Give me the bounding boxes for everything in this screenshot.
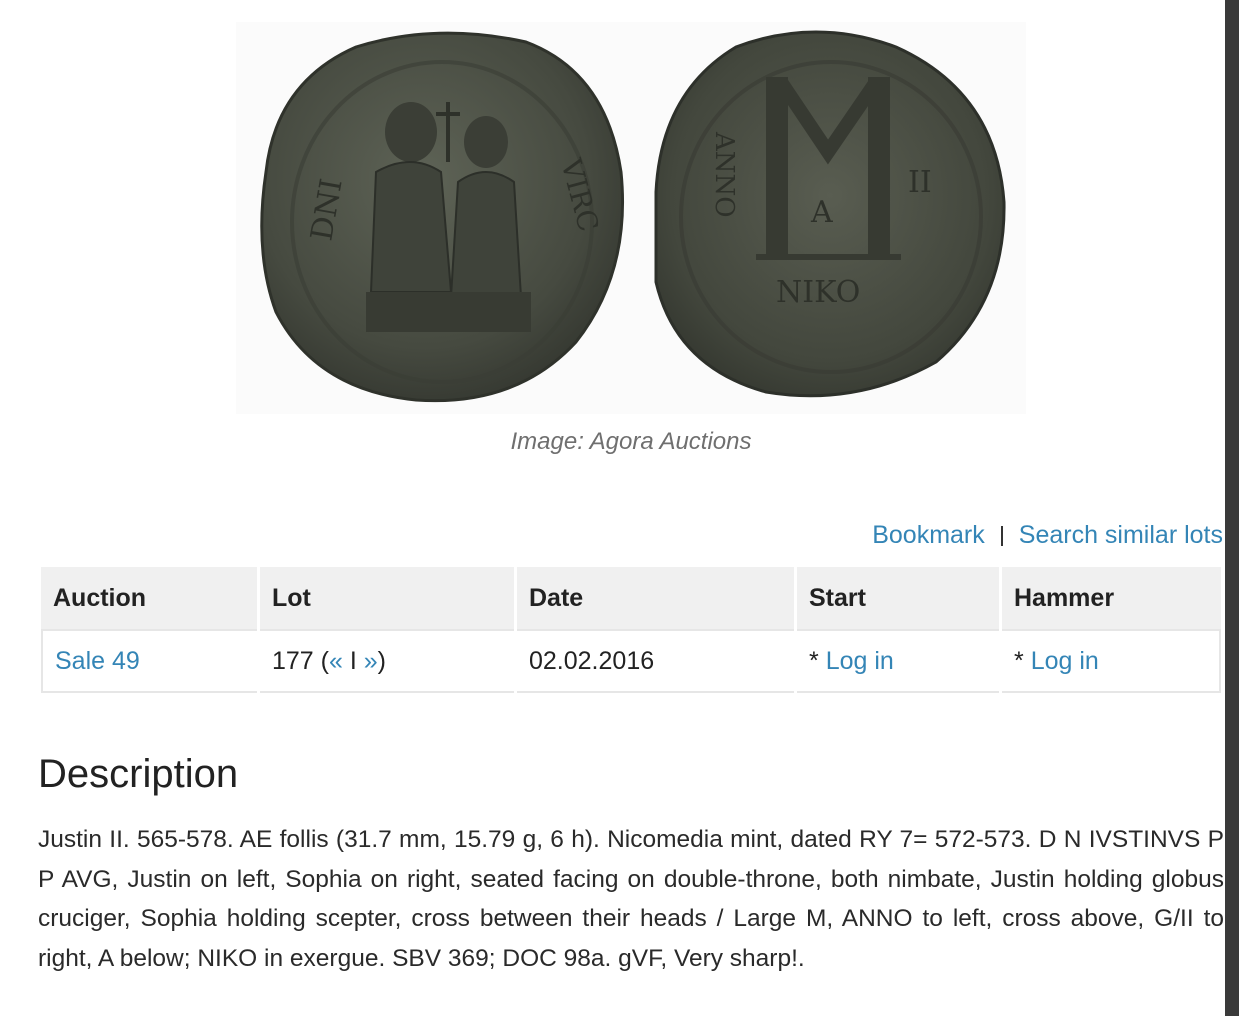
description-text: Justin II. 565-578. AE follis (31.7 mm, … (38, 826, 1224, 972)
svg-text:NIKO: NIKO (776, 275, 860, 310)
page-scrollbar[interactable] (1225, 0, 1239, 1016)
table-row: Sale 49 177 (« I ») 02.02.2016 * Log in … (41, 629, 1221, 693)
column-header-auction: Auction (41, 567, 257, 629)
svg-text:ANNO: ANNO (709, 131, 739, 218)
action-divider (1000, 525, 1003, 546)
lot-details-table: Auction Lot Date Start Hammer Sale 49 17… (38, 567, 1224, 693)
previous-lot-link[interactable]: « (329, 647, 343, 675)
column-header-date: Date (517, 567, 794, 629)
auction-sale-link[interactable]: Sale 49 (55, 647, 140, 675)
svg-text:A: A (810, 195, 833, 230)
svg-text:II: II (908, 165, 932, 200)
hammer-login-link[interactable]: Log in (1031, 647, 1099, 675)
description-heading: Description (38, 752, 239, 796)
lot-number: 177 ( (272, 646, 329, 675)
next-lot-link[interactable]: » (364, 647, 378, 675)
search-similar-lots-link[interactable]: Search similar lots (1019, 521, 1223, 550)
image-caption: Image: Agora Auctions (510, 428, 752, 455)
coin-obverse-icon: DNI VIRC (260, 31, 625, 403)
table-header-row: Auction Lot Date Start Hammer (41, 567, 1221, 629)
coin-image[interactable]: DNI VIRC A NIKO ANNO II (236, 22, 1026, 414)
column-header-start: Start (797, 567, 999, 629)
column-header-lot: Lot (260, 567, 514, 629)
coin-reverse-icon: A NIKO ANNO II (654, 30, 1006, 398)
bookmark-link[interactable]: Bookmark (872, 521, 985, 550)
lot-actions: Bookmark Search similar lots (872, 521, 1223, 550)
hammer-cell: * Log in (1002, 629, 1221, 693)
start-login-link[interactable]: Log in (826, 647, 894, 675)
column-header-hammer: Hammer (1002, 567, 1221, 629)
start-asterisk: * (809, 646, 826, 675)
hammer-asterisk: * (1014, 646, 1031, 675)
start-cell: * Log in (797, 629, 999, 693)
lot-page: DNI VIRC A NIKO ANNO II Image: Agora Auc… (0, 0, 1239, 1016)
lot-cell: 177 (« I ») (260, 629, 514, 693)
lot-close-paren: ) (377, 646, 386, 675)
date-cell: 02.02.2016 (517, 629, 794, 693)
lot-nav-separator: I (342, 646, 364, 675)
auction-cell: Sale 49 (41, 629, 257, 693)
